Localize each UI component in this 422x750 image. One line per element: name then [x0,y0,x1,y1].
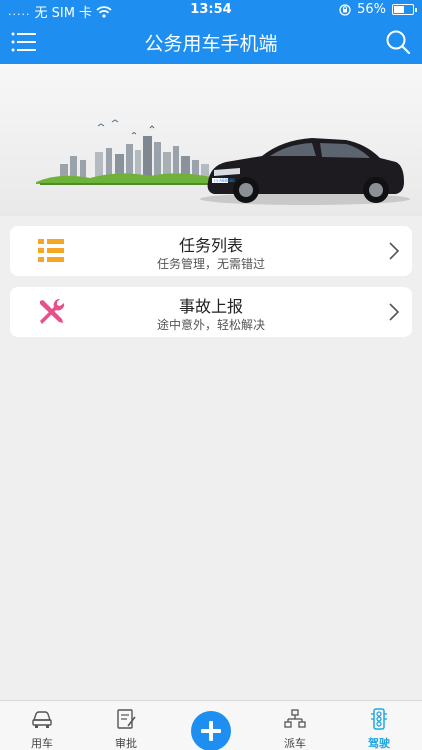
nav-bar: 公务用车手机端 [0,20,422,64]
city-skyline [60,136,209,180]
car-icon [32,711,52,728]
battery-fill [394,6,404,13]
dispatch-icon [284,709,306,728]
orientation-lock-icon [339,3,351,16]
page-title: 公务用车手机端 [144,33,278,55]
battery-percent: 56% [357,2,386,17]
status-right: 56% [339,2,417,17]
chevron-right-icon [389,303,400,321]
approval-icon [117,709,136,729]
banner-illustration: 川·A88888 [36,119,410,205]
card-subtitle: 途中意外，轻松解决 [156,318,265,332]
accident-report-card[interactable]: 事故上报 途中意外，轻松解决 [10,287,412,337]
birds [97,119,155,135]
card-title: 事故上报 [178,297,243,316]
tab-use-car[interactable]: 用车 [0,701,84,750]
tab-label: 审批 [115,737,137,750]
tab-approval[interactable]: 审批 [84,701,168,750]
tab-dispatch[interactable]: 派车 [253,701,337,750]
task-list-card[interactable]: 任务列表 任务管理，无需错过 [10,226,412,276]
card-subtitle: 任务管理，无需错过 [156,257,265,271]
battery-icon [392,4,417,15]
sedan-car: 川·A88888 [207,138,404,203]
add-icon-vertical [209,721,213,741]
add-button[interactable] [191,711,231,750]
tab-driving[interactable]: 驾驶 [337,701,421,750]
chevron-right-icon [389,242,400,260]
status-bar: ..... 无 SIM 卡 13:54 56% [0,0,422,21]
tab-label: 派车 [284,737,306,750]
traffic-light-icon [371,708,387,730]
tab-label: 用车 [31,737,53,750]
tab-bar: 用车 审批 派车 驾驶 [0,700,422,750]
card-title: 任务列表 [178,236,243,255]
search-icon[interactable] [385,29,411,55]
tab-label: 驾驶 [368,737,390,750]
banner: 川·A88888 [0,64,422,216]
license-plate: 川·A88888 [214,178,235,183]
